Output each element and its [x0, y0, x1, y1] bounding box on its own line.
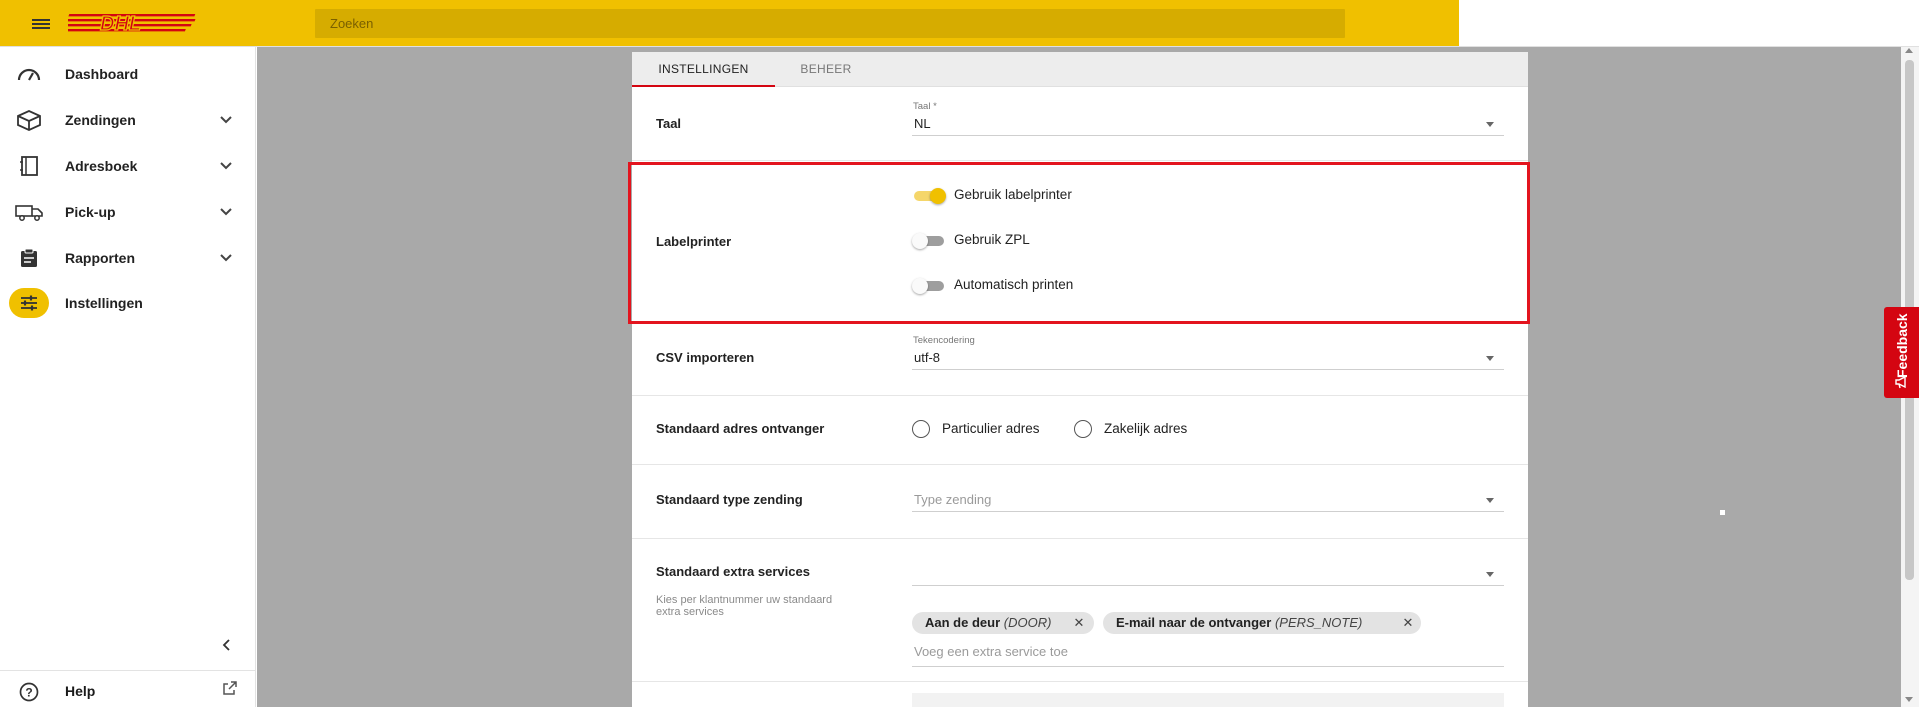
feedback-button[interactable]: Feedback — [1884, 307, 1919, 398]
address-book-icon — [12, 151, 46, 181]
extra-services-hint: Kies per klantnummer uw standaard extra … — [656, 594, 833, 618]
truck-icon — [12, 197, 46, 227]
tekencodering-select[interactable]: utf-8 — [912, 346, 1504, 370]
tekencodering-select-value: utf-8 — [914, 350, 941, 365]
labelprinter-highlight-box — [628, 162, 1530, 324]
csv-field-label: Tekencodering — [913, 335, 975, 346]
sliders-icon — [9, 288, 49, 318]
sidebar-item-instellingen[interactable]: Instellingen — [0, 283, 256, 323]
service-chip: E-mail naar de ontvanger (PERS_NOTE) ✕ — [1103, 612, 1421, 634]
svg-text:DHL: DHL — [100, 13, 141, 34]
taal-select-value: NL — [914, 116, 931, 131]
radio-zakelijk-adres[interactable] — [1074, 420, 1092, 438]
sidebar-item-adresboek[interactable]: Adresboek — [0, 146, 256, 186]
sidebar-item-label: Pick-up — [65, 204, 116, 220]
tab-instellingen[interactable]: INSTELLINGEN — [632, 52, 775, 87]
type-zending-placeholder: Type zending — [914, 492, 992, 507]
radio-label: Particulier adres — [942, 421, 1040, 436]
top-bar-blank-area — [1459, 0, 1919, 46]
chevron-down-icon — [220, 254, 232, 262]
sidebar-item-zendingen[interactable]: Zendingen — [0, 100, 256, 140]
dropdown-arrow-icon — [1486, 498, 1494, 503]
scroll-down-arrow-icon[interactable] — [1905, 697, 1913, 702]
radio-label: Zakelijk adres — [1104, 421, 1188, 436]
row-divider — [632, 395, 1528, 396]
radio-particulier-adres[interactable] — [912, 420, 930, 438]
chevron-down-icon — [220, 208, 232, 216]
speedometer-icon — [12, 59, 46, 89]
type-zending-label: Standaard type zending — [656, 492, 803, 507]
chip-name: E-mail naar de ontvanger — [1116, 615, 1275, 630]
extra-services-select[interactable] — [912, 562, 1504, 586]
sidebar-item-label: Dashboard — [65, 66, 139, 82]
cursor-dot — [1720, 510, 1725, 515]
sidebar-item-help[interactable]: ? Help — [0, 672, 256, 707]
remove-chip-icon[interactable]: ✕ — [1401, 612, 1415, 634]
package-icon — [12, 105, 46, 135]
extra-services-label: Standaard extra services — [656, 564, 810, 579]
scroll-up-arrow-icon[interactable] — [1905, 48, 1913, 53]
row-divider — [632, 160, 1528, 161]
sidebar-item-rapporten[interactable]: Rapporten — [0, 238, 256, 278]
add-service-input[interactable] — [912, 637, 1504, 666]
external-link-icon — [223, 681, 237, 695]
chevron-down-icon — [220, 116, 232, 124]
tab-beheer[interactable]: BEHEER — [775, 52, 877, 87]
taal-field-label: Taal * — [913, 101, 937, 112]
adres-ontvanger-label: Standaard adres ontvanger — [656, 421, 825, 436]
chip-name: Aan de deur — [925, 615, 1004, 630]
hamburger-menu-icon[interactable] — [22, 11, 60, 35]
type-zending-select[interactable]: Type zending — [912, 488, 1504, 512]
top-bar: DHL — [0, 0, 1459, 46]
remove-chip-icon[interactable]: ✕ — [1072, 612, 1086, 634]
row-divider — [632, 681, 1528, 682]
sidebar-item-label: Help — [65, 683, 96, 699]
chip-code: (PERS_NOTE) — [1274, 615, 1363, 630]
add-service-field[interactable] — [912, 637, 1504, 667]
clipboard-icon — [12, 243, 46, 273]
search-bar[interactable] — [315, 9, 1345, 38]
help-icon: ? — [12, 677, 46, 707]
sidebar-item-label: Rapporten — [65, 250, 135, 266]
row-divider — [632, 464, 1528, 465]
service-chip: Aan de deur (DOOR) ✕ — [912, 612, 1094, 634]
row-divider — [632, 538, 1528, 539]
dropdown-arrow-icon — [1486, 356, 1494, 361]
sidebar: Dashboard Zendingen Adresboek Pick-up Ra… — [0, 47, 256, 707]
feedback-label: Feedback — [1894, 313, 1910, 378]
collapse-sidebar-icon[interactable] — [218, 636, 236, 654]
taal-label: Taal — [656, 116, 682, 131]
sidebar-item-label: Zendingen — [65, 112, 136, 128]
next-setting-field[interactable] — [912, 693, 1504, 707]
megaphone-icon — [1895, 375, 1906, 389]
sidebar-item-dashboard[interactable]: Dashboard — [0, 54, 256, 94]
csv-label: CSV importeren — [656, 350, 755, 365]
tab-bar: INSTELLINGEN BEHEER — [632, 52, 1528, 87]
sidebar-item-label: Instellingen — [65, 295, 143, 311]
chevron-down-icon — [220, 162, 232, 170]
search-input[interactable] — [315, 9, 1345, 38]
chip-code: (DOOR) — [1003, 615, 1052, 630]
dropdown-arrow-icon — [1486, 572, 1494, 577]
dropdown-arrow-icon — [1486, 122, 1494, 127]
sidebar-item-pick-up[interactable]: Pick-up — [0, 192, 256, 232]
settings-panel: INSTELLINGEN BEHEER Taal Taal * NL Label… — [632, 52, 1528, 707]
svg-text:?: ? — [25, 686, 32, 700]
sidebar-item-label: Adresboek — [65, 158, 138, 174]
taal-select[interactable]: NL — [912, 112, 1504, 136]
help-divider — [0, 670, 256, 671]
dhl-logo: DHL — [68, 12, 196, 34]
